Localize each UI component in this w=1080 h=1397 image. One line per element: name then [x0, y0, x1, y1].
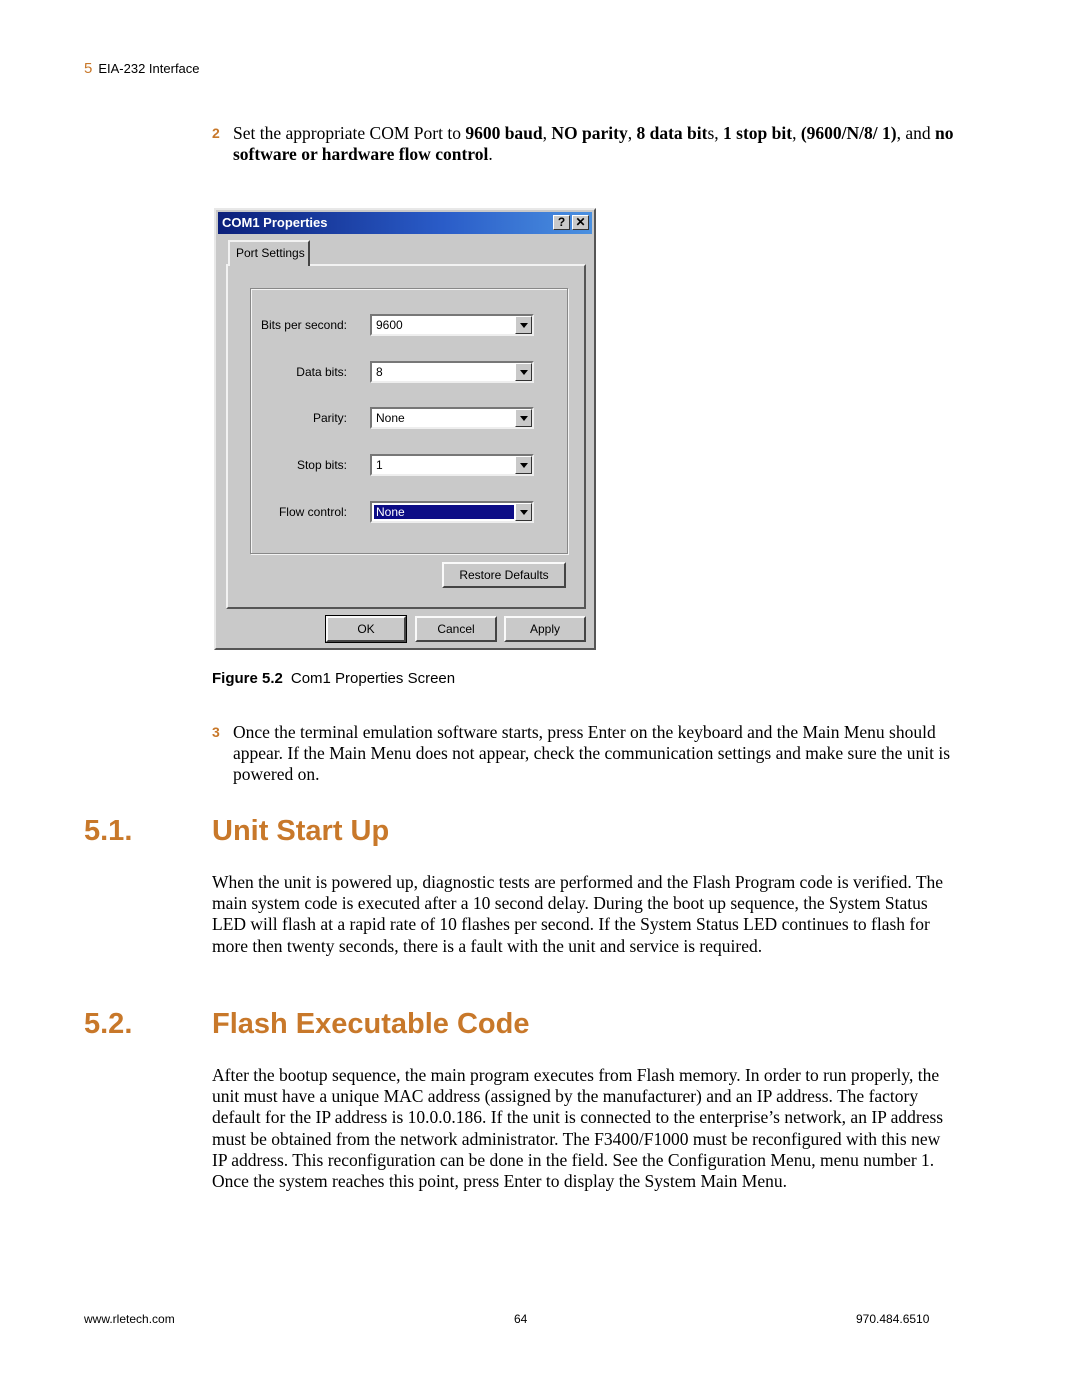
restore-defaults-button[interactable]: Restore Defaults	[442, 562, 566, 588]
section-title: Flash Executable Code	[212, 1008, 530, 1040]
step-text: Set the appropriate COM Port to 9600 bau…	[233, 123, 954, 164]
section-body: After the bootup sequence, the main prog…	[212, 1065, 944, 1192]
flow-control-label: Flow control:	[278, 505, 347, 519]
step-number: 2	[212, 125, 220, 141]
flow-control-select[interactable]: None	[370, 501, 534, 523]
chevron-down-icon[interactable]	[515, 503, 532, 521]
ok-button[interactable]: OK	[325, 615, 407, 643]
footer-phone: 970.484.6510	[856, 1312, 930, 1326]
section-title: Unit Start Up	[212, 815, 390, 847]
section-number: 5.2.	[84, 1008, 133, 1040]
apply-button[interactable]: Apply	[504, 616, 586, 642]
figure-number: Figure 5.2	[212, 670, 283, 687]
data-bits-select[interactable]: 8	[370, 361, 534, 383]
chevron-down-icon[interactable]	[515, 316, 532, 334]
tab-port-settings[interactable]: Port Settings	[228, 240, 310, 266]
figure-caption: Figure 5.2 Com1 Properties Screen	[212, 670, 455, 687]
bits-per-second-select[interactable]: 9600	[370, 314, 534, 336]
chevron-down-icon[interactable]	[515, 363, 532, 381]
title-bar[interactable]: COM1 Properties ? ✕	[218, 212, 592, 234]
section-number: 5.1.	[84, 815, 133, 847]
settings-group: Bits per second: 9600 Data bits: 8 Parit…	[250, 288, 568, 554]
stop-bits-select[interactable]: 1	[370, 454, 534, 476]
chapter-title: EIA-232 Interface	[98, 61, 200, 76]
figure-title: Com1 Properties Screen	[290, 670, 456, 687]
help-button[interactable]: ?	[553, 215, 570, 230]
step-number: 3	[212, 724, 220, 740]
parity-select[interactable]: None	[370, 407, 534, 429]
cancel-button[interactable]: Cancel	[415, 616, 497, 642]
port-settings-panel: Bits per second: 9600 Data bits: 8 Parit…	[226, 264, 586, 609]
section-heading: 5.2. Flash Executable Code	[84, 1008, 530, 1041]
stop-bits-label: Stop bits:	[296, 458, 347, 472]
data-bits-label: Data bits:	[296, 365, 347, 379]
section-body: When the unit is powered up, diagnostic …	[212, 872, 944, 956]
chapter-number: 5	[84, 60, 93, 77]
bits-per-second-label: Bits per second:	[260, 318, 347, 332]
chevron-down-icon[interactable]	[515, 409, 532, 427]
com1-properties-dialog: COM1 Properties ? ✕ Port Settings Bits p…	[214, 208, 596, 650]
step-2: 2 Set the appropriate COM Port to 9600 b…	[212, 123, 957, 165]
footer-page-number: 64	[514, 1312, 528, 1326]
section-heading: 5.1. Unit Start Up	[84, 815, 389, 848]
step-3: 3 Once the terminal emulation software s…	[212, 722, 957, 785]
dialog-title: COM1 Properties	[222, 215, 328, 230]
chevron-down-icon[interactable]	[515, 456, 532, 474]
close-button[interactable]: ✕	[572, 215, 589, 230]
step-text: Once the terminal emulation software sta…	[233, 722, 951, 784]
running-head: 5 EIA-232 Interface	[84, 60, 200, 77]
parity-label: Parity:	[312, 411, 347, 425]
footer-website: www.rletech.com	[84, 1312, 175, 1326]
